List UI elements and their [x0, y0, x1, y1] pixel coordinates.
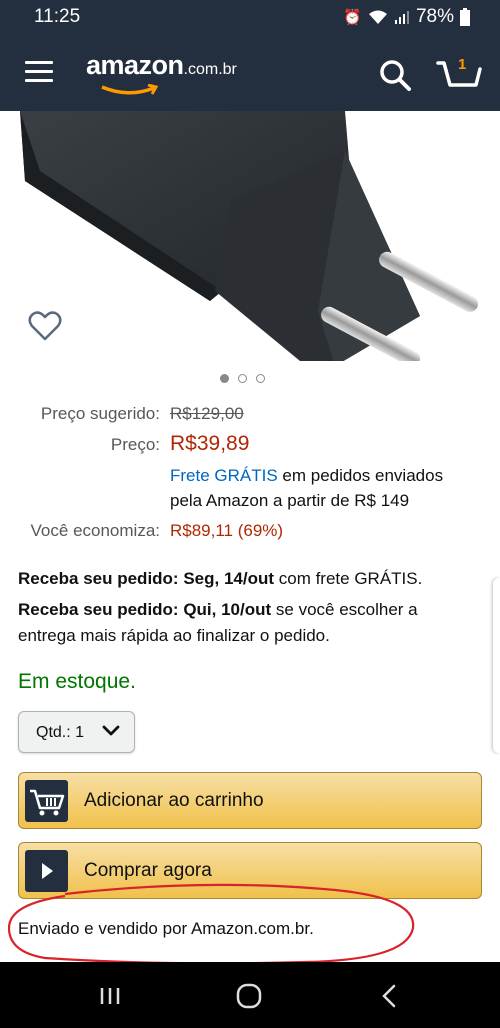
- add-to-cart-button[interactable]: Adicionar ao carrinho: [18, 772, 482, 829]
- price-label: Preço:: [110, 435, 160, 454]
- search-icon[interactable]: [378, 58, 412, 92]
- amazon-logo[interactable]: amazon.com.br: [86, 50, 237, 95]
- shipping-info: Frete GRÁTIS em pedidos enviados: [170, 466, 444, 485]
- delivery-standard: Receba seu pedido: Seg, 14/out com frete…: [18, 569, 423, 588]
- add-to-cart-label: Adicionar ao carrinho: [84, 790, 264, 811]
- quantity-dropdown[interactable]: Qtd.: 1: [18, 711, 135, 753]
- buy-now-label: Comprar agora: [84, 860, 212, 881]
- savings-value: R$89,11 (69%): [170, 521, 284, 540]
- carousel-indicator: [220, 374, 265, 383]
- price-value: R$39,89: [170, 432, 250, 455]
- savings-label: Você economiza:: [30, 521, 160, 540]
- carousel-dot[interactable]: [220, 374, 229, 383]
- wifi-icon: [368, 10, 387, 24]
- hamburger-menu-icon[interactable]: [25, 61, 53, 83]
- status-time: 11:25: [34, 6, 81, 27]
- charger-image: [20, 111, 479, 361]
- scroll-edge-handle[interactable]: [493, 578, 500, 753]
- add-to-cart-icon: [30, 789, 65, 816]
- status-bar: 11:25 ⏰ 78%: [0, 0, 500, 34]
- delivery-fast: Receba seu pedido: Qui, 10/out se você e…: [18, 600, 418, 645]
- back-icon[interactable]: [375, 982, 405, 1010]
- product-image[interactable]: [0, 111, 500, 361]
- carousel-dot[interactable]: [256, 374, 265, 383]
- suggested-price-label: Preço sugerido:: [40, 404, 160, 423]
- recent-apps-icon[interactable]: [95, 982, 125, 1010]
- amazon-smile-icon: [101, 84, 159, 95]
- chevron-down-icon: [102, 725, 120, 736]
- battery-percent: 78%: [415, 6, 454, 27]
- app-header: amazon.com.br 1: [0, 34, 500, 111]
- suggested-price-value: R$129,00: [170, 404, 244, 423]
- carousel-dot[interactable]: [238, 374, 247, 383]
- shipping-info-line2: pela Amazon a partir de R$ 149: [170, 491, 410, 510]
- free-shipping-link[interactable]: Frete GRÁTIS: [170, 466, 278, 485]
- wishlist-heart-icon[interactable]: [28, 310, 62, 342]
- red-annotation-circle: [7, 883, 415, 965]
- home-icon[interactable]: [234, 982, 264, 1010]
- alarm-icon: ⏰: [343, 9, 362, 26]
- stock-status: Em estoque.: [18, 670, 136, 693]
- cart-count-badge: 1: [458, 56, 467, 73]
- system-nav-bar: [0, 962, 500, 1028]
- battery-icon: [460, 8, 470, 26]
- quantity-value: Qtd.: 1: [36, 724, 85, 741]
- signal-icon: [394, 11, 409, 24]
